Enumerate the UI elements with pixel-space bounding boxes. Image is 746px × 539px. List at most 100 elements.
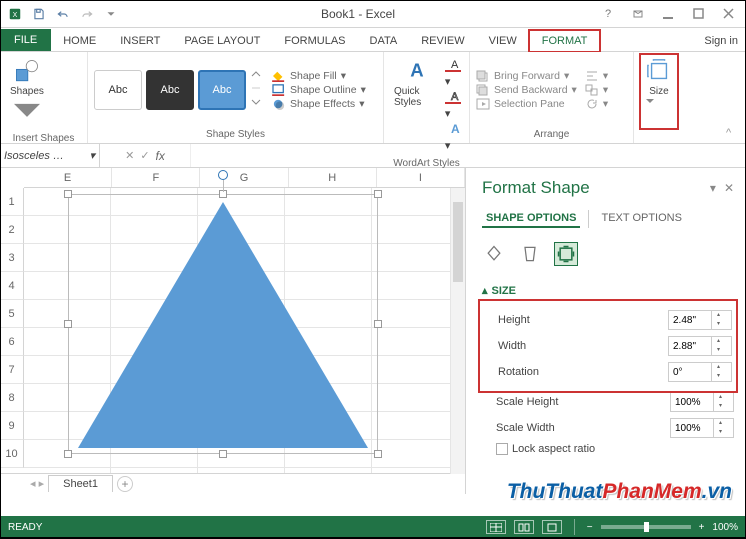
row-header[interactable]: 10: [0, 440, 24, 468]
resize-handle[interactable]: [64, 190, 72, 198]
size-section-header[interactable]: ▴SIZE: [482, 284, 734, 297]
text-fill-icon[interactable]: A▾: [445, 58, 463, 88]
zoom-in-button[interactable]: +: [699, 522, 705, 533]
resize-handle[interactable]: [374, 320, 382, 328]
rotate-icon[interactable]: ▾: [585, 98, 608, 110]
col-header[interactable]: F: [112, 168, 200, 187]
spin-up-icon[interactable]: ▴: [714, 393, 727, 402]
spin-up-icon[interactable]: ▴: [712, 363, 725, 372]
tab-text-options[interactable]: TEXT OPTIONS: [597, 210, 685, 228]
tab-format[interactable]: FORMAT: [529, 30, 601, 52]
zoom-thumb[interactable]: [644, 522, 649, 532]
qat-customize-icon[interactable]: [100, 3, 122, 25]
zoom-level[interactable]: 100%: [712, 522, 738, 533]
spin-down-icon[interactable]: ▾: [712, 372, 725, 381]
bring-forward-button[interactable]: Bring Forward ▾: [476, 70, 577, 82]
tab-view[interactable]: VIEW: [477, 31, 529, 51]
spin-up-icon[interactable]: ▴: [712, 337, 725, 346]
shape-outline-button[interactable]: Shape Outline ▾: [272, 84, 366, 96]
style-preset-3[interactable]: Abc: [198, 70, 246, 110]
width-input[interactable]: ▴▾: [668, 336, 732, 356]
collapse-ribbon-icon[interactable]: ^: [726, 127, 740, 141]
col-header[interactable]: E: [24, 168, 112, 187]
align-icon[interactable]: ▾: [585, 70, 608, 82]
spin-down-icon[interactable]: ▾: [712, 346, 725, 355]
col-header[interactable]: H: [289, 168, 377, 187]
shape-effects-button[interactable]: Shape Effects ▾: [272, 98, 366, 110]
spin-down-icon[interactable]: ▾: [712, 320, 725, 329]
minimize-icon[interactable]: [654, 3, 682, 25]
col-header[interactable]: G: [200, 168, 288, 187]
row-header[interactable]: 3: [0, 244, 24, 272]
row-header[interactable]: 5: [0, 300, 24, 328]
effects-icon[interactable]: [518, 242, 542, 266]
tab-home[interactable]: HOME: [51, 31, 108, 51]
size-properties-icon[interactable]: [554, 242, 578, 266]
spin-up-icon[interactable]: ▴: [712, 311, 725, 320]
tab-formulas[interactable]: FORMULAS: [272, 31, 357, 51]
text-effects-icon[interactable]: A▾: [445, 122, 463, 152]
scrollbar-thumb[interactable]: [453, 202, 463, 282]
col-header[interactable]: I: [377, 168, 465, 187]
pane-menu-icon[interactable]: ▾: [710, 181, 716, 195]
group-icon[interactable]: ▾: [585, 84, 608, 96]
height-input[interactable]: ▴▾: [668, 310, 732, 330]
sheet-nav-icon[interactable]: ◂ ▸: [30, 477, 44, 490]
shapes-button[interactable]: Shapes: [6, 56, 48, 127]
tab-page-layout[interactable]: PAGE LAYOUT: [172, 31, 272, 51]
size-button[interactable]: Size: [642, 56, 676, 127]
save-icon[interactable]: [28, 3, 50, 25]
zoom-slider[interactable]: [601, 525, 691, 529]
cancel-formula-icon[interactable]: ✕: [125, 149, 134, 162]
scale-height-input[interactable]: ▴▾: [670, 392, 734, 412]
enter-formula-icon[interactable]: ✓: [140, 149, 149, 162]
undo-icon[interactable]: [52, 3, 74, 25]
style-preset-1[interactable]: Abc: [94, 70, 142, 110]
maximize-icon[interactable]: [684, 3, 712, 25]
style-gallery[interactable]: Abc Abc Abc: [94, 68, 262, 111]
page-break-view-icon[interactable]: [542, 520, 562, 534]
rotation-input[interactable]: ▴▾: [668, 362, 732, 382]
resize-handle[interactable]: [374, 450, 382, 458]
send-backward-button[interactable]: Send Backward ▾: [476, 84, 577, 96]
quick-styles-button[interactable]: A Quick Styles: [390, 56, 445, 110]
resize-handle[interactable]: [219, 450, 227, 458]
page-layout-view-icon[interactable]: [514, 520, 534, 534]
rotate-handle[interactable]: [218, 170, 228, 180]
shape-fill-button[interactable]: Shape Fill ▾: [272, 70, 366, 82]
style-preset-2[interactable]: Abc: [146, 70, 194, 110]
sign-in-link[interactable]: Sign in: [696, 31, 746, 51]
resize-handle[interactable]: [64, 450, 72, 458]
text-outline-icon[interactable]: A▾: [445, 90, 463, 120]
fx-icon[interactable]: fx: [156, 149, 165, 163]
row-header[interactable]: 2: [0, 216, 24, 244]
tab-insert[interactable]: INSERT: [108, 31, 172, 51]
zoom-out-button[interactable]: −: [587, 522, 593, 533]
gallery-more-icon[interactable]: [250, 68, 262, 111]
help-icon[interactable]: ?: [594, 3, 622, 25]
selection-pane-button[interactable]: Selection Pane: [476, 98, 577, 110]
lock-aspect-checkbox[interactable]: Lock aspect ratio: [496, 443, 734, 455]
spin-down-icon[interactable]: ▾: [714, 402, 727, 411]
row-header[interactable]: 9: [0, 412, 24, 440]
sheet-tab[interactable]: Sheet1: [48, 475, 113, 492]
row-header[interactable]: 8: [0, 384, 24, 412]
tab-data[interactable]: DATA: [358, 31, 410, 51]
tab-shape-options[interactable]: SHAPE OPTIONS: [482, 210, 580, 228]
row-header[interactable]: 7: [0, 356, 24, 384]
spin-down-icon[interactable]: ▾: [714, 428, 727, 437]
cells-area[interactable]: [24, 188, 465, 473]
resize-handle[interactable]: [374, 190, 382, 198]
scale-width-input[interactable]: ▴▾: [670, 418, 734, 438]
name-box[interactable]: Isosceles …▾: [0, 144, 100, 167]
selected-shape[interactable]: [68, 194, 378, 454]
new-sheet-button[interactable]: +: [117, 476, 133, 492]
spin-up-icon[interactable]: ▴: [714, 419, 727, 428]
excel-icon[interactable]: X: [4, 3, 26, 25]
row-header[interactable]: 4: [0, 272, 24, 300]
close-icon[interactable]: [714, 3, 742, 25]
tab-file[interactable]: FILE: [0, 29, 51, 51]
resize-handle[interactable]: [64, 320, 72, 328]
pane-close-icon[interactable]: ✕: [724, 181, 734, 195]
worksheet-grid[interactable]: E F G H I 1 2 3 4 5 6 7 8 9 10: [0, 168, 465, 494]
